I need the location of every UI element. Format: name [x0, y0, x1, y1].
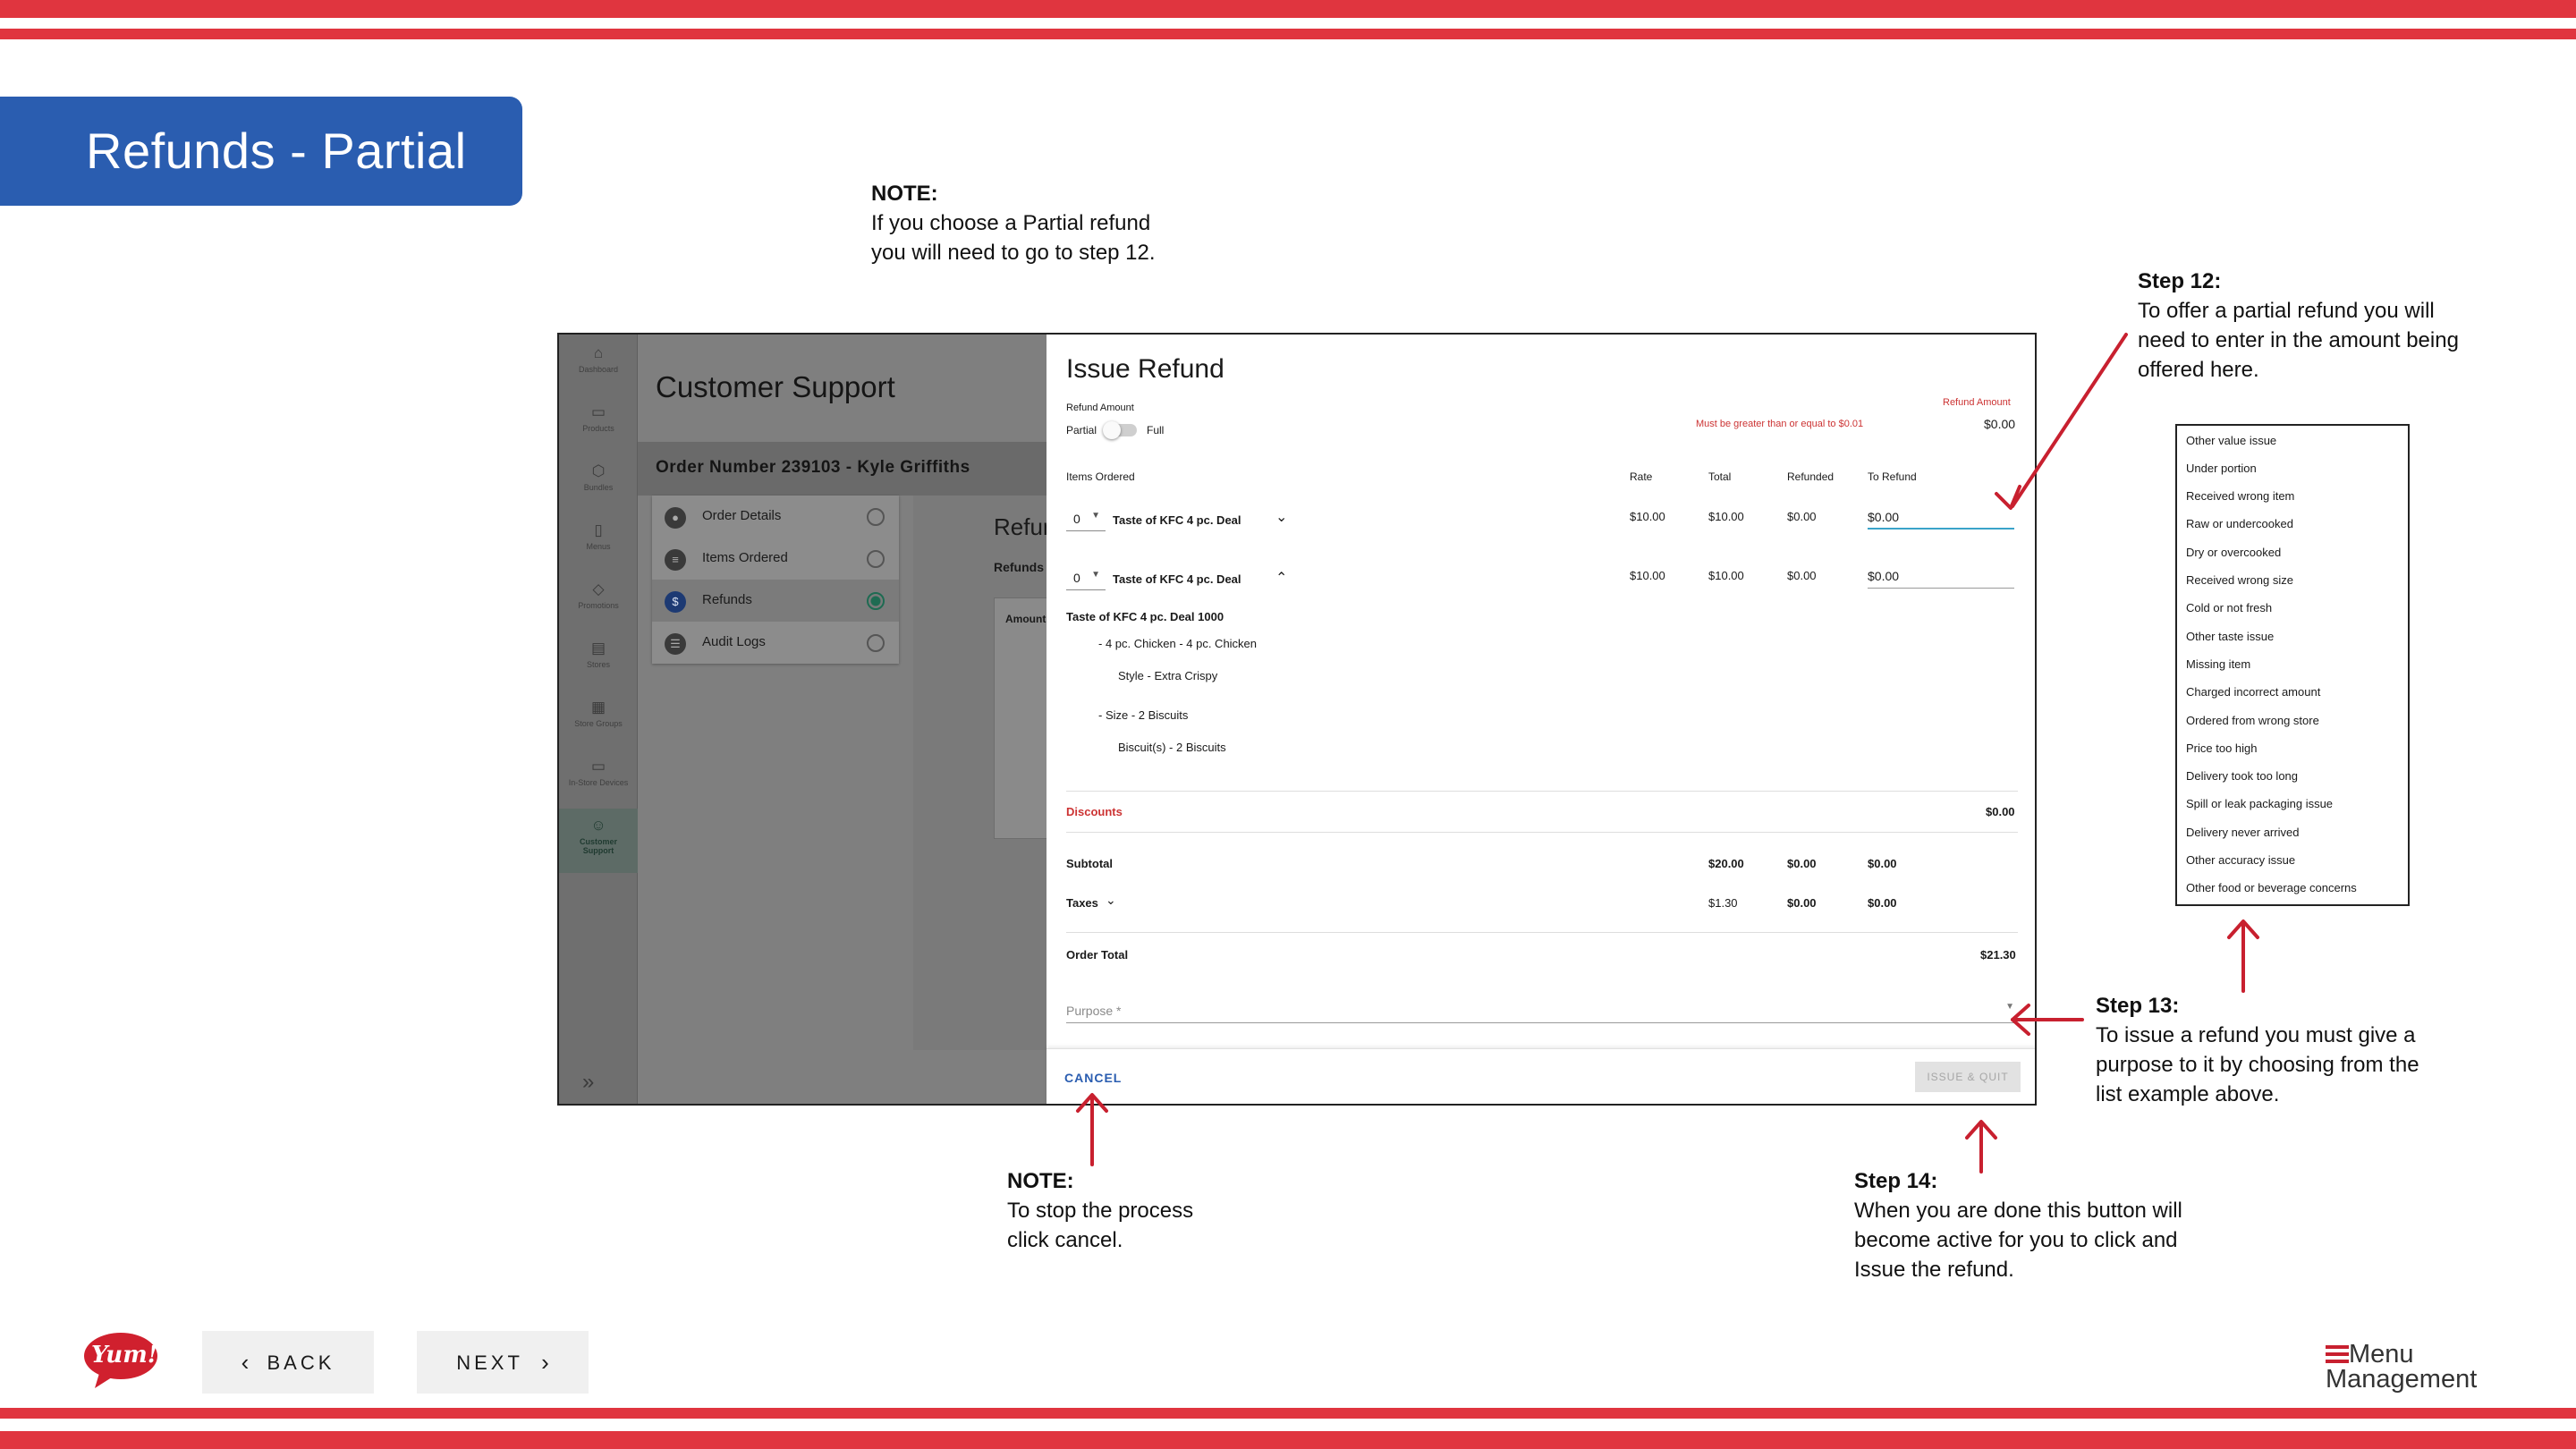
menu-management-logo: Menu Management — [2326, 1340, 2478, 1394]
chevron-right-icon: › — [541, 1348, 549, 1376]
step12-arrow — [2011, 333, 2128, 508]
back-button[interactable]: ‹ BACK — [202, 1331, 374, 1394]
callout-arrows — [1076, 333, 2259, 1174]
step12-arrowhead — [1995, 485, 2021, 510]
next-button[interactable]: NEXT › — [417, 1331, 589, 1394]
yum-logo: Yum! — [82, 1331, 159, 1390]
menu-lines-icon — [2326, 1345, 2349, 1363]
chevron-left-icon: ‹ — [241, 1348, 250, 1376]
